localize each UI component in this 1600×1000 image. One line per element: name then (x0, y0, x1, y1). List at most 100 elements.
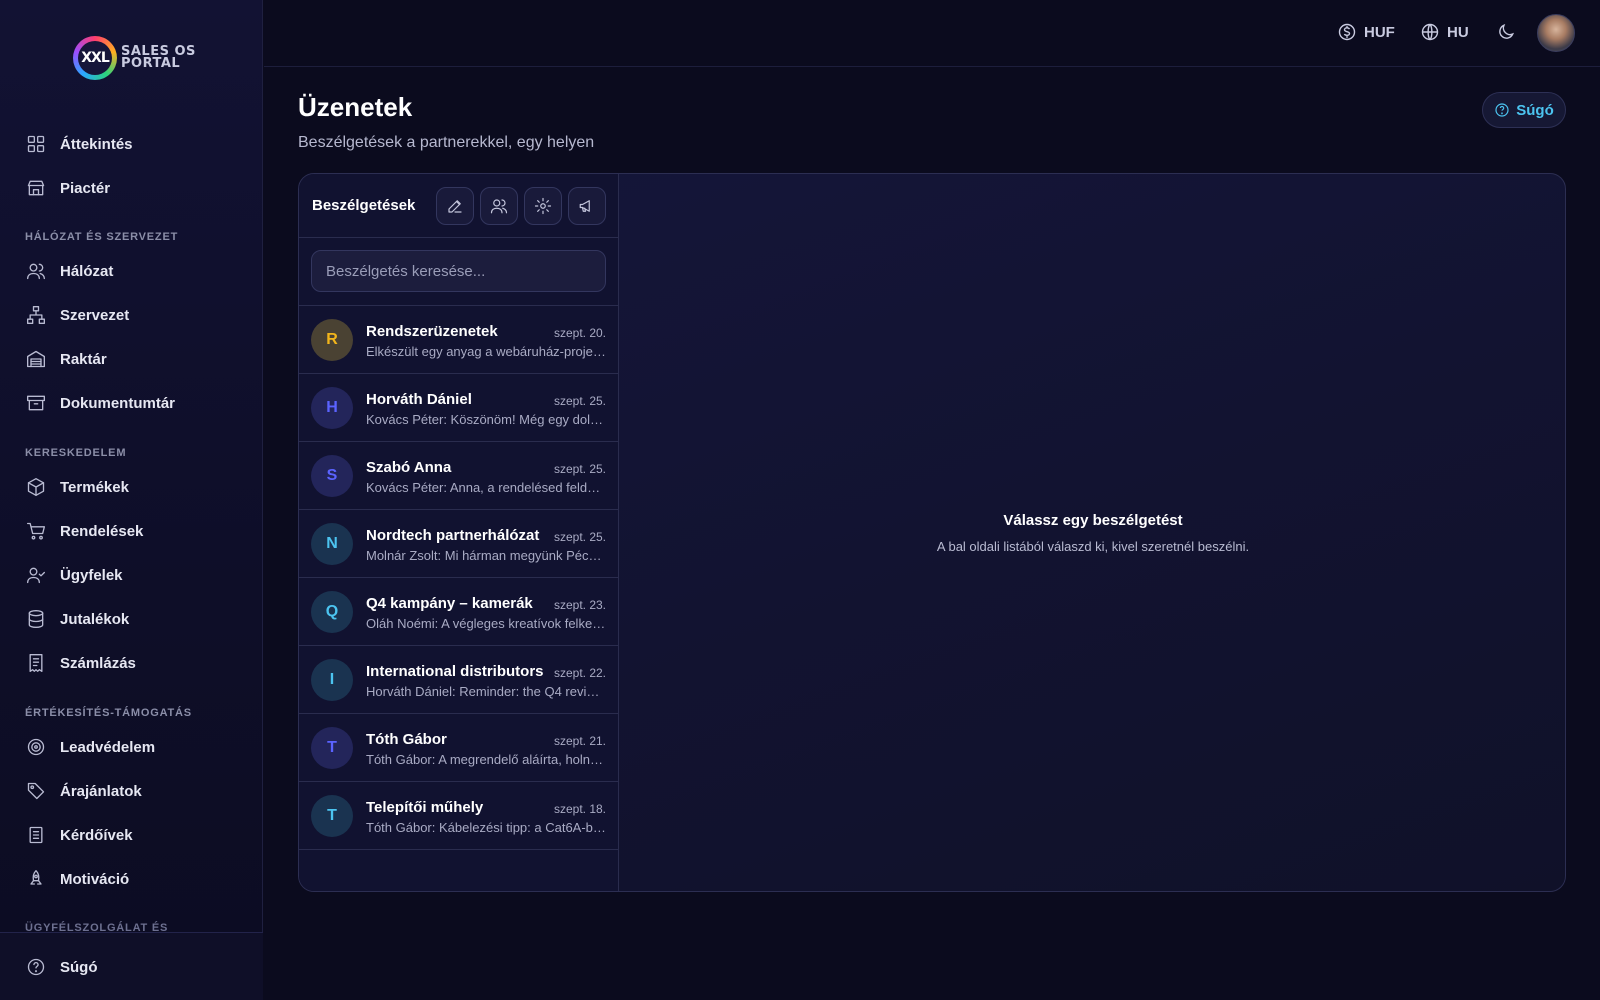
conversation-item-nordtech[interactable]: N Nordtech partnerhálózat szept. 25. Mol… (299, 510, 619, 578)
sidebar-item-sugo[interactable]: Súgó (26, 952, 98, 982)
conversation-name: Tóth Gábor (366, 731, 447, 748)
conversation-date: szept. 25. (553, 530, 606, 544)
sidebar-item-label: Motiváció (60, 870, 130, 888)
dollar-circle-icon (1338, 23, 1356, 41)
section-title-commerce: KERESKEDELEM (25, 447, 127, 459)
page-subtitle: Beszélgetések a partnerekkel, egy helyen (298, 134, 595, 151)
logo-mark-text: XXL (78, 41, 112, 75)
sidebar-item-jutalekok[interactable]: Jutalékok (26, 604, 129, 634)
settings-button[interactable] (524, 187, 562, 225)
conversation-preview: Tóth Gábor: A megrendelő aláírta, holnap… (366, 752, 606, 767)
brand-logo[interactable]: XXL SALES OS PORTAL (73, 35, 203, 81)
help-button[interactable]: Súgó (1482, 92, 1566, 128)
sidebar-item-label: Számlázás (60, 654, 136, 672)
conversation-item-szabo-anna[interactable]: S Szabó Anna szept. 25. Kovács Péter: An… (299, 442, 619, 510)
megaphone-icon (579, 200, 590, 212)
page-title: Üzenetek (298, 92, 413, 122)
language-label: HU (1447, 23, 1469, 41)
sidebar-item-ugyfelek[interactable]: Ügyfelek (26, 560, 123, 590)
pencil-icon (448, 200, 462, 213)
logo-text: SALES OS PORTAL (121, 45, 196, 71)
archive-icon (27, 395, 45, 411)
sidebar-item-dokumentumtar[interactable]: Dokumentumtár (26, 388, 175, 418)
language-selector[interactable]: HU (1420, 22, 1469, 42)
conversation-date: szept. 23. (553, 598, 606, 612)
moon-icon (1499, 23, 1515, 39)
conversation-avatar: I (311, 659, 353, 701)
conversation-name: Nordtech partnerhálózat (366, 527, 540, 544)
tag-icon (27, 782, 45, 800)
sidebar-item-label: Rendelések (60, 522, 144, 540)
store-icon (27, 180, 45, 196)
sidebar-item-motivacio[interactable]: Motiváció (26, 864, 129, 894)
sidebar-item-label: Hálózat (60, 262, 114, 280)
sidebar-item-label: Termékek (60, 478, 129, 496)
sidebar-item-raktar[interactable]: Raktár (26, 344, 107, 374)
logo-mark-icon: XXL (73, 36, 117, 80)
globe-icon (1421, 23, 1439, 41)
conversation-item-telepitoi-muhely[interactable]: T Telepítői műhely szept. 18. Tóth Gábor… (299, 782, 619, 850)
sidebar-item-label: Piactér (60, 179, 111, 197)
conversation-avatar: R (311, 319, 353, 361)
conversation-preview: Kovács Péter: Anna, a rendelésed feldolg… (366, 480, 606, 495)
theme-toggle[interactable] (1496, 22, 1523, 42)
conversation-item-q4-kampany[interactable]: Q Q4 kampány – kamerák szept. 23. Oláh N… (299, 578, 619, 646)
help-circle-icon (27, 958, 45, 976)
box-icon (27, 478, 45, 496)
currency-selector[interactable]: HUF (1337, 22, 1395, 42)
conversation-list-header: Beszélgetések (299, 174, 619, 238)
sidebar-item-leadvedelem[interactable]: Leadvédelem (26, 732, 155, 762)
sidebar-item-szervezet[interactable]: Szervezet (26, 300, 129, 330)
user-check-icon (27, 567, 45, 584)
database-icon (28, 610, 44, 628)
sidebar-item-label: Szervezet (60, 306, 130, 324)
conversation-name: Q4 kampány – kamerák (366, 595, 533, 612)
sidebar-item-label: Áttekintés (60, 135, 133, 153)
conversation-preview: Elkészült egy anyag a webáruház-projekt.… (366, 344, 606, 359)
sidebar-item-rendelesek[interactable]: Rendelések (26, 516, 143, 546)
broadcast-button[interactable] (568, 187, 606, 225)
user-avatar[interactable] (1537, 14, 1575, 52)
sidebar-item-piacter[interactable]: Piactér (26, 173, 110, 203)
help-button-label: Súgó (1516, 101, 1554, 119)
new-message-button[interactable] (436, 187, 474, 225)
sidebar-item-label: Súgó (60, 958, 98, 976)
sidebar-item-label: Ügyfelek (60, 566, 123, 584)
new-group-button[interactable] (480, 187, 518, 225)
section-title-sales-support: ÉRTÉKESÍTÉS-TÁMOGATÁS (25, 707, 192, 719)
sidebar-item-label: Kérdőívek (60, 826, 133, 844)
sidebar-item-halozat[interactable]: Hálózat (26, 256, 113, 286)
sidebar-item-label: Leadvédelem (60, 738, 156, 756)
sidebar-item-szamlazas[interactable]: Számlázás (26, 648, 136, 678)
sidebar-item-arajanlatok[interactable]: Árajánlatok (26, 776, 142, 806)
conversation-preview: Tóth Gábor: Kábelezési tipp: a Cat6A-ból… (366, 820, 606, 835)
conversation-avatar: T (311, 795, 353, 837)
conversation-avatar: S (311, 455, 353, 497)
conversation-preview: Kovács Péter: Köszönöm! Még egy dolog:..… (366, 412, 606, 427)
conversation-item-toth-gabor[interactable]: T Tóth Gábor szept. 21. Tóth Gábor: A me… (299, 714, 619, 782)
conversation-date: szept. 20. (553, 326, 606, 340)
conversation-item-international-distributors[interactable]: I International distributors szept. 22. … (299, 646, 619, 714)
conversation-name: Horváth Dániel (366, 391, 472, 408)
grid-icon (27, 135, 45, 153)
topbar: HUF HU (264, 0, 1600, 67)
receipt-icon (29, 654, 43, 672)
sidebar: XXL SALES OS PORTAL Áttekintés Piactér H… (0, 0, 263, 1000)
sidebar-item-termekek[interactable]: Termékek (26, 472, 129, 502)
sidebar-item-attekintes[interactable]: Áttekintés (26, 129, 133, 159)
conversation-name: Rendszerüzenetek (366, 323, 498, 340)
sidebar-item-label: Jutalékok (60, 610, 130, 628)
conversation-search-input[interactable] (311, 250, 606, 292)
sidebar-item-kerdoivek[interactable]: Kérdőívek (26, 820, 133, 850)
conversation-avatar: Q (311, 591, 353, 633)
org-chart-icon (27, 306, 45, 324)
clipboard-icon (29, 826, 43, 844)
section-title-network: HÁLÓZAT ÉS SZERVEZET (25, 231, 179, 243)
conversation-avatar: T (311, 727, 353, 769)
target-icon (27, 738, 45, 756)
cart-icon (27, 522, 45, 540)
conversation-item-horvath-daniel[interactable]: H Horváth Dániel szept. 25. Kovács Péter… (299, 374, 619, 442)
logo-text-line2: PORTAL (121, 56, 181, 71)
conversation-item-rendszeruzenetek[interactable]: R Rendszerüzenetek szept. 20. Elkészült … (299, 306, 619, 374)
users-icon (27, 263, 45, 280)
